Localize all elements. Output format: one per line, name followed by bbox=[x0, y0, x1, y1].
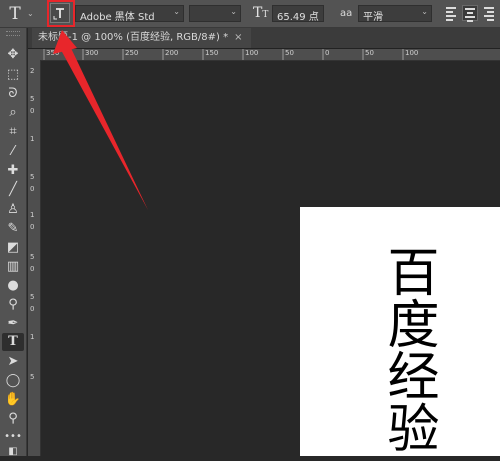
ruler-label: 2 bbox=[30, 67, 35, 75]
ruler-label: 0 bbox=[30, 223, 35, 231]
align-left-button[interactable] bbox=[444, 5, 460, 21]
close-icon[interactable]: × bbox=[234, 32, 242, 43]
align-center-button[interactable] bbox=[462, 5, 478, 22]
antialias-icon: aa bbox=[340, 8, 353, 19]
default-colors-icon[interactable]: ◧ bbox=[2, 443, 24, 461]
pen-icon[interactable]: ✒ bbox=[2, 315, 24, 333]
healing-brush-icon[interactable]: ✚ bbox=[2, 162, 24, 180]
ruler-label: 300 bbox=[85, 49, 99, 57]
font-family-select[interactable]: Adobe 黑体 Std ⌄ bbox=[75, 5, 184, 23]
type-icon[interactable]: T bbox=[2, 333, 24, 351]
canvas-area[interactable]: 百度经验 bbox=[41, 61, 500, 456]
path-select-icon[interactable]: ➤ bbox=[2, 353, 24, 371]
font-style-select[interactable]: ⌄ bbox=[189, 5, 241, 22]
ellipse-icon[interactable]: ◯ bbox=[2, 372, 24, 390]
chevron-down-icon: ⌄ bbox=[27, 9, 34, 18]
ruler-label: 100 bbox=[245, 49, 259, 57]
ruler-label: 0 bbox=[30, 107, 35, 115]
highlight-box bbox=[47, 0, 75, 27]
antialias-value: 平滑 bbox=[363, 12, 383, 23]
crop-icon[interactable]: ⌗ bbox=[2, 123, 24, 141]
top-ruler[interactable]: 350 300 250 200 150 100 50 0 50 100 bbox=[40, 49, 500, 61]
chevron-down-icon: ⌄ bbox=[230, 7, 237, 16]
ruler-label: 5 bbox=[30, 173, 35, 181]
options-bar: T ⌄ Adobe 黑体 Std ⌄ ⌄ TT 65.49 点 ⌄ aa 平滑 … bbox=[0, 0, 500, 28]
ruler-corner[interactable] bbox=[28, 49, 40, 61]
brush-icon[interactable]: ╱ bbox=[2, 181, 24, 199]
tool-preset-picker[interactable]: T ⌄ bbox=[6, 3, 38, 24]
ruler-label: 1 bbox=[30, 333, 35, 341]
clone-stamp-icon[interactable]: ♙ bbox=[2, 201, 24, 219]
antialias-select[interactable]: 平滑 ⌄ bbox=[358, 5, 432, 23]
font-family-value: Adobe 黑体 Std bbox=[80, 12, 155, 23]
gradient-icon[interactable]: ▥ bbox=[2, 258, 24, 276]
ruler-label: 50 bbox=[285, 49, 294, 57]
ruler-label: 5 bbox=[30, 253, 35, 261]
ruler-label: 200 bbox=[165, 49, 179, 57]
ruler-label: 1 bbox=[30, 211, 35, 219]
lasso-icon[interactable]: ᘐ bbox=[2, 85, 24, 103]
document-canvas[interactable]: 百度经验 bbox=[300, 207, 500, 456]
document-tab-bar: 未标题-1 @ 100% (百度经验, RGB/8#) * × bbox=[28, 28, 500, 49]
text-tool-icon: T bbox=[9, 3, 21, 24]
toolbox: ✥ ⬚ ᘐ ⌕ ⌗ ⁄ ✚ ╱ ♙ ✎ ◩ ▥ ● ⚲ ✒ T ➤ ◯ ✋ ⚲ … bbox=[0, 28, 27, 457]
ruler-label: 5 bbox=[30, 373, 35, 381]
ruler-label: 0 bbox=[30, 185, 35, 193]
hand-icon[interactable]: ✋ bbox=[2, 391, 24, 409]
ruler-label: 150 bbox=[205, 49, 219, 57]
ruler-label: 1 bbox=[30, 135, 35, 143]
ruler-label: 100 bbox=[405, 49, 419, 57]
eyedropper-icon[interactable]: ⁄ bbox=[2, 143, 24, 161]
document-tab[interactable]: 未标题-1 @ 100% (百度经验, RGB/8#) * × bbox=[32, 28, 251, 48]
move-icon[interactable]: ✥ bbox=[2, 46, 24, 64]
ruler-label: 5 bbox=[30, 95, 35, 103]
chevron-down-icon: ⌄ bbox=[313, 7, 320, 16]
ruler-label: 0 bbox=[325, 49, 330, 57]
left-ruler[interactable]: 2 5 0 1 5 0 1 0 5 0 5 0 1 5 bbox=[28, 61, 41, 456]
zoom-icon[interactable]: ⚲ bbox=[2, 410, 24, 428]
ruler-label: 50 bbox=[365, 49, 374, 57]
font-size-select[interactable]: 65.49 点 ⌄ bbox=[272, 5, 324, 23]
top-ruler-ticks bbox=[43, 49, 404, 60]
chevron-down-icon: ⌄ bbox=[173, 7, 180, 16]
ruler-label: 0 bbox=[30, 265, 35, 273]
ruler-label: 250 bbox=[125, 49, 139, 57]
marquee-icon[interactable]: ⬚ bbox=[2, 66, 24, 84]
chevron-down-icon: ⌄ bbox=[421, 7, 428, 16]
eraser-icon[interactable]: ◩ bbox=[2, 239, 24, 257]
ruler-label: 5 bbox=[30, 293, 35, 301]
dodge-icon[interactable]: ⚲ bbox=[2, 296, 24, 314]
history-brush-icon[interactable]: ✎ bbox=[2, 220, 24, 238]
align-right-button[interactable] bbox=[480, 5, 496, 21]
document-tab-title: 未标题-1 @ 100% (百度经验, RGB/8#) * bbox=[38, 32, 229, 43]
ruler-label: 0 bbox=[30, 305, 35, 313]
quick-select-icon[interactable]: ⌕ bbox=[2, 104, 24, 122]
vertical-text-layer[interactable]: 百度经验 bbox=[374, 245, 438, 453]
font-size-icon: TT bbox=[253, 5, 269, 21]
toolbox-grip[interactable] bbox=[6, 31, 20, 36]
ruler-label: 350 bbox=[46, 49, 60, 57]
blur-icon[interactable]: ● bbox=[2, 277, 24, 295]
